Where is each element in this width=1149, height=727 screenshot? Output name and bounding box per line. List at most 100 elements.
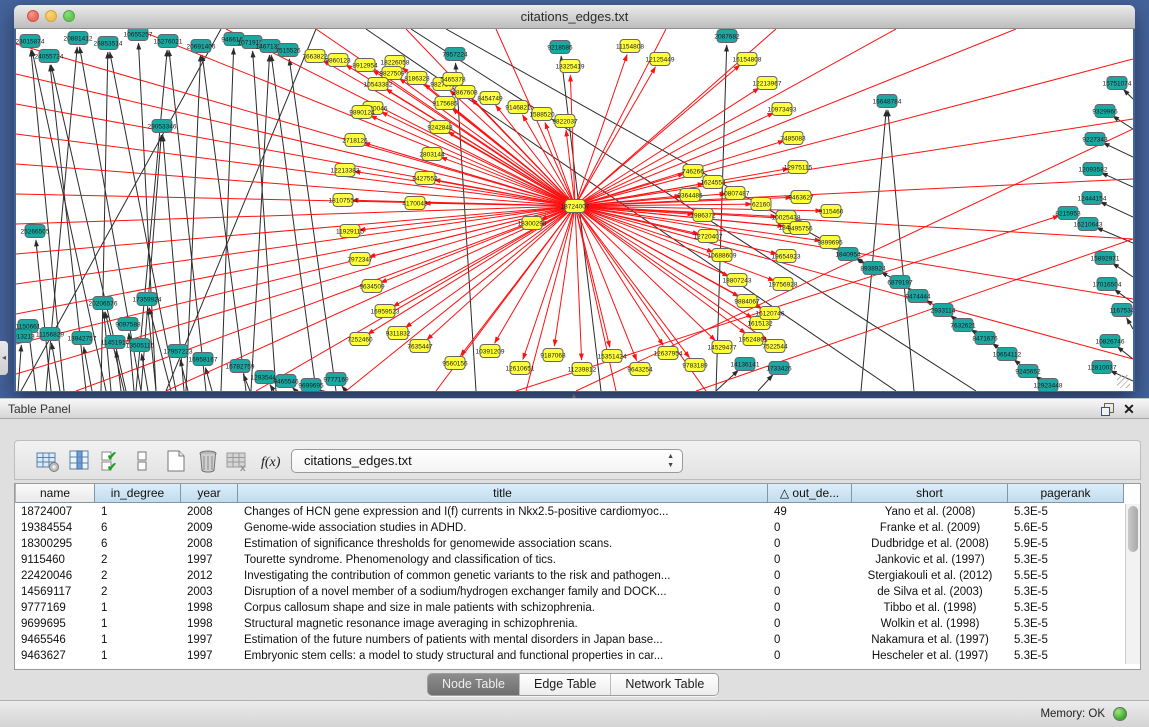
- zoom-traffic-light[interactable]: [63, 10, 75, 22]
- show-columns-icon[interactable]: [67, 448, 93, 474]
- column-header-year[interactable]: year: [181, 484, 238, 503]
- graph-node[interactable]: 10391209: [476, 345, 505, 358]
- citation-edge-black[interactable]: [1113, 116, 1133, 129]
- graph-node[interactable]: 7485083: [780, 132, 806, 145]
- graph-node[interactable]: 7957224: [442, 48, 468, 61]
- graph-node[interactable]: 7515526: [275, 44, 301, 57]
- panel-collapse-arrow[interactable]: ◂: [0, 341, 8, 375]
- table-row[interactable]: 1938455462009Genome-wide association stu…: [15, 520, 1124, 536]
- graph-node[interactable]: 3913213: [16, 330, 35, 343]
- graph-node[interactable]: 746266: [682, 165, 704, 178]
- graph-node[interactable]: 29053346: [148, 120, 177, 133]
- graph-node[interactable]: 8471676: [972, 332, 998, 345]
- table-row[interactable]: 1872400712008Changes of HCN gene express…: [15, 504, 1124, 520]
- graph-node[interactable]: 15892971: [1091, 252, 1120, 265]
- citation-edge-black[interactable]: [289, 59, 336, 391]
- graph-node[interactable]: 16782759: [226, 360, 255, 373]
- memory-indicator-icon[interactable]: [1113, 707, 1127, 721]
- citation-edge-black[interactable]: [758, 375, 773, 391]
- graph-node[interactable]: 9699695: [298, 379, 324, 392]
- graph-node[interactable]: 14529477: [708, 341, 737, 354]
- graph-node[interactable]: 16958167: [189, 353, 218, 366]
- graph-node[interactable]: 9890124: [349, 106, 375, 119]
- citation-edge-black[interactable]: [221, 48, 234, 391]
- graph-node[interactable]: 12213967: [753, 77, 782, 90]
- graph-node[interactable]: 8215953: [1055, 207, 1081, 220]
- graph-node[interactable]: 14136141: [731, 358, 760, 371]
- graph-node[interactable]: 20691406: [187, 40, 216, 53]
- graph-node[interactable]: 1840954: [835, 248, 861, 261]
- graph-node[interactable]: 9884067: [734, 295, 760, 308]
- graph-node[interactable]: 2803144: [419, 148, 445, 161]
- close-panel-icon[interactable]: ✕: [1121, 400, 1137, 418]
- graph-node[interactable]: 9822037: [552, 115, 578, 128]
- graph-node[interactable]: 10654112: [993, 348, 1022, 361]
- citation-edge-black[interactable]: [1103, 143, 1133, 157]
- graph-node[interactable]: 25266505: [21, 225, 50, 238]
- graph-node[interactable]: 8454749: [477, 92, 503, 105]
- graph-node[interactable]: 1167534: [1110, 304, 1133, 317]
- window-titlebar[interactable]: citations_edges.txt: [14, 5, 1135, 29]
- table-row[interactable]: 1830029562008Estimation of significance …: [15, 536, 1124, 552]
- function-builder-icon[interactable]: f(x): [259, 448, 285, 474]
- toggle-rows-icon[interactable]: [129, 448, 155, 474]
- graph-node[interactable]: 12975115: [784, 161, 813, 174]
- citation-edge-red[interactable]: [554, 206, 575, 346]
- graph-node[interactable]: 23015874: [16, 35, 45, 48]
- graph-node[interactable]: 20881412: [64, 32, 93, 45]
- column-header-in_degree[interactable]: in_degree: [95, 484, 181, 503]
- citation-edge-red[interactable]: [16, 206, 575, 254]
- citation-edge-red[interactable]: [526, 206, 575, 391]
- graph-node[interactable]: 16959523: [371, 305, 400, 318]
- graph-node[interactable]: 9097588: [115, 318, 141, 331]
- graph-node[interactable]: 10688609: [708, 249, 737, 262]
- graph-node[interactable]: 9311832: [386, 327, 411, 340]
- graph-node[interactable]: 9495756: [787, 222, 813, 235]
- citation-edge-red[interactable]: [393, 206, 575, 307]
- graph-node[interactable]: 9634509: [359, 280, 385, 293]
- graph-node[interactable]: 9643254: [627, 363, 653, 376]
- graph-node[interactable]: 19654923: [772, 250, 801, 263]
- table-row[interactable]: 911546021997Tourette syndrome. Phenomeno…: [15, 552, 1124, 568]
- graph-node[interactable]: 8427552: [412, 172, 438, 185]
- graph-node[interactable]: 18807243: [723, 274, 752, 287]
- graph-node[interactable]: 16648784: [873, 95, 902, 108]
- citation-edge-black[interactable]: [253, 51, 276, 391]
- graph-node[interactable]: 1588520: [529, 108, 555, 121]
- close-traffic-light[interactable]: [27, 10, 39, 22]
- graph-node[interactable]: 10826746: [1096, 335, 1125, 348]
- table-row[interactable]: 2242004622012Investigating the contribut…: [15, 568, 1124, 584]
- column-header-out_de[interactable]: △ out_de...: [768, 484, 852, 503]
- citation-edge-black[interactable]: [342, 386, 346, 391]
- citation-edge-black[interactable]: [243, 374, 250, 391]
- citation-edge-black[interactable]: [1112, 263, 1133, 277]
- scrollbar-thumb[interactable]: [1128, 506, 1138, 552]
- citation-edge-red[interactable]: [16, 44, 575, 206]
- table-vertical-scrollbar[interactable]: [1125, 504, 1140, 664]
- window-resize-grip[interactable]: [1117, 375, 1130, 388]
- table-panel-header[interactable]: ▲ Table Panel ✕: [0, 398, 1149, 419]
- citation-edge-black[interactable]: [716, 45, 727, 391]
- table-selector-dropdown[interactable]: citations_edges.txt ▲▼: [291, 449, 683, 473]
- citation-edge-black[interactable]: [202, 55, 246, 391]
- row-selection-icon[interactable]: ✔✔: [99, 448, 125, 474]
- splitter-handle[interactable]: ▲: [567, 394, 581, 399]
- citation-edge-black[interactable]: [52, 343, 60, 391]
- graph-node[interactable]: 20206576: [89, 297, 118, 310]
- graph-node[interactable]: 9146821: [505, 101, 531, 114]
- graph-node[interactable]: 9465546: [273, 375, 299, 388]
- graph-node[interactable]: 9227343: [1082, 133, 1108, 146]
- graph-node[interactable]: 9175685: [432, 97, 458, 110]
- graph-node[interactable]: 9560156: [442, 357, 468, 370]
- float-panel-icon[interactable]: [1100, 402, 1115, 417]
- graph-node[interactable]: 26853514: [94, 37, 123, 50]
- graph-node[interactable]: 9899695: [817, 236, 843, 249]
- graph-node[interactable]: 2087682: [714, 30, 740, 43]
- graph-node[interactable]: 9783189: [682, 359, 708, 372]
- column-header-title[interactable]: title: [238, 484, 768, 503]
- graph-node[interactable]: 62160: [751, 198, 771, 211]
- tab-edge-table[interactable]: Edge Table: [520, 674, 611, 695]
- graph-node[interactable]: 8912954: [352, 59, 378, 72]
- graph-node[interactable]: 7632621: [950, 319, 976, 332]
- graph-node[interactable]: 15276021: [154, 35, 183, 48]
